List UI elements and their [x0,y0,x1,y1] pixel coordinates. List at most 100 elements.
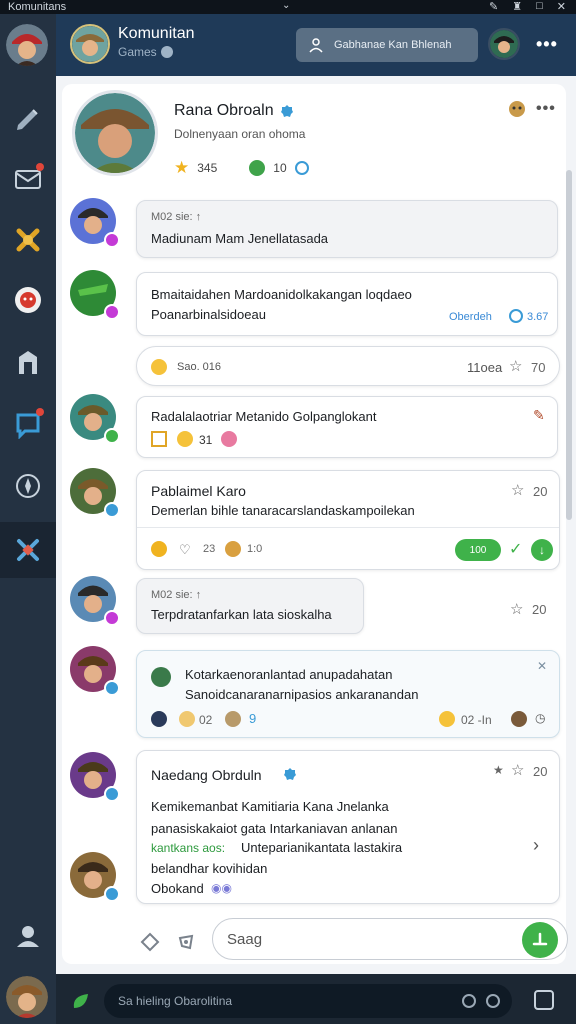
message-meta: M02 sie: ↑ [151,211,202,223]
egg-emoji-icon[interactable] [179,711,195,727]
os-title-bar: Komunitans ⌄ ✎ ♜ □ ✕ [0,0,576,14]
avatar-icon [151,711,167,727]
chevron-right-icon[interactable]: › [533,835,539,856]
message-title: Naedang Obrduln [151,767,262,783]
close-icon[interactable]: ✕ [537,659,547,673]
search-button[interactable]: Gabhanae Kan Bhlenah [296,28,478,62]
pin-icon[interactable]: ✎ [533,407,545,424]
verified-icon [280,105,293,117]
star-icon[interactable]: ☆ [511,761,524,779]
bottom-user-avatar[interactable] [6,976,48,1018]
status-badge [104,428,120,444]
emoji-icon[interactable] [486,994,500,1008]
message-text: Madiunam Mam Jenellatasada [151,231,329,246]
star-icon[interactable]: ☆ [510,600,523,618]
crossed-swords-icon[interactable] [8,220,48,260]
face-emoji-icon[interactable] [225,541,241,557]
header-user-avatar[interactable] [488,28,520,60]
message-text: Terpdratanfarkan lata sioskalha [151,607,332,622]
message-avatar[interactable] [70,468,120,518]
message-line5: Obokand [151,881,204,896]
search-icon[interactable] [462,994,476,1008]
message-bubble[interactable]: Kotarkaenoranlantad anupadahatan Sanoidc… [136,650,560,738]
status-badge [104,886,120,902]
chat-bubble-icon[interactable] [8,404,48,444]
message-text-line2: Poanarbinalsidoeau [151,307,266,322]
tower-icon[interactable] [8,342,48,382]
user-avatar[interactable] [6,24,48,66]
check-icon[interactable]: ✓ [509,539,522,559]
badge-icon[interactable] [506,98,528,120]
send-button[interactable] [522,922,558,958]
status-badge [104,232,120,248]
message-avatar[interactable] [70,752,120,802]
message-link[interactable]: kantkans aos: [151,841,225,855]
user-icon [309,38,323,53]
info-icon[interactable] [160,46,173,58]
monkey-emoji-icon[interactable] [511,711,527,727]
attach-icon[interactable] [174,930,198,954]
profile-name-text: Rana Obroaln [174,102,274,119]
maximize-icon[interactable]: □ [536,0,543,13]
character-icon[interactable] [8,280,48,320]
message-bubble[interactable]: Naedang Obrduln ★ ☆ 20 Kemikemanbat Kami… [136,750,560,904]
message-bubble[interactable]: Radalalaotriar Metanido Golpanglokant ✎ … [136,396,558,458]
stat-stars: 345 [197,161,218,175]
leaf-icon[interactable] [70,990,92,1012]
compass-icon[interactable] [8,466,48,506]
message-input[interactable]: Saag [212,918,568,960]
search-label: Gabhanae Kan Bhlenah [334,39,452,51]
pen-icon[interactable]: ✎ [489,0,498,13]
chevron-down-icon[interactable]: ⌄ [282,0,290,11]
star-icon[interactable]: ☆ [511,481,524,499]
small-star-icon[interactable]: ★ [493,763,504,777]
close-icon[interactable]: ✕ [557,0,566,13]
reaction-bar[interactable]: Sao. 016 11oea ☆ 70 [136,346,560,386]
message-bubble[interactable]: M02 sie: ↑ Madiunam Mam Jenellatasada [136,200,558,258]
message-bubble[interactable]: Bmaitaidahen Mardoanidolkakangan loqdaeo… [136,272,558,336]
profile-avatar[interactable] [72,90,158,176]
star-icon[interactable]: ☆ [509,357,522,375]
profile-more-icon[interactable]: ••• [536,100,556,118]
tools-icon[interactable] [0,522,56,578]
message-avatar[interactable] [70,852,120,902]
message-text: Demerlan bihle tanaracarslandaskampoilek… [151,503,415,518]
face-emoji-icon[interactable] [225,711,241,727]
mail-icon[interactable] [8,159,48,199]
more-icon[interactable]: ••• [536,34,558,55]
message-bubble[interactable]: Pablaimel Karo ☆ 20 Demerlan bihle tanar… [136,470,560,570]
download-icon[interactable]: ↓ [531,539,553,561]
message-text: Kotarkaenoranlantad anupadahatan [185,667,393,682]
settings-icon[interactable] [534,990,554,1010]
sparkle-emoji-icon[interactable] [151,541,167,557]
laugh-emoji-icon[interactable] [221,431,237,447]
bottom-input-placeholder: Sa hieling Obarolitina [118,994,233,1008]
smile-emoji-icon[interactable] [439,711,455,727]
message-avatar[interactable] [70,270,120,320]
message-bubble[interactable]: M02 sie: ↑ Terpdratanfarkan lata sioskal… [136,578,364,634]
message-avatar[interactable] [70,576,120,626]
scrollbar[interactable] [566,170,572,520]
reaction-count: 3.67 [527,311,549,323]
smile-emoji-icon[interactable] [151,359,167,375]
join-button[interactable]: 100 [455,539,501,561]
message-avatar[interactable] [70,646,120,696]
profile-name: Rana Obroaln [174,102,294,120]
chess-icon[interactable]: ♜ [512,0,522,13]
bottom-input[interactable]: Sa hieling Obarolitina [104,984,512,1018]
smile-emoji-icon[interactable] [177,431,193,447]
pencil-icon[interactable] [8,98,48,138]
message-avatar[interactable] [70,394,120,444]
status-badge [104,502,120,518]
message-text: Radalalaotriar Metanido Golpanglokant [151,409,377,424]
message-text: Bmaitaidahen Mardoanidolkakangan loqdaeo [151,287,412,302]
sticker-icon[interactable] [138,930,162,954]
message-line3: Unteparianikantata lastakira [241,840,403,855]
message-avatar[interactable] [70,198,120,248]
profile-stats: ★ 345 10 [174,158,309,178]
wave-icon[interactable]: ♡ [179,542,191,558]
star-icon: ★ [174,158,190,177]
community-avatar[interactable] [70,24,110,64]
profile-icon[interactable] [8,916,48,956]
notification-dot [36,163,44,171]
